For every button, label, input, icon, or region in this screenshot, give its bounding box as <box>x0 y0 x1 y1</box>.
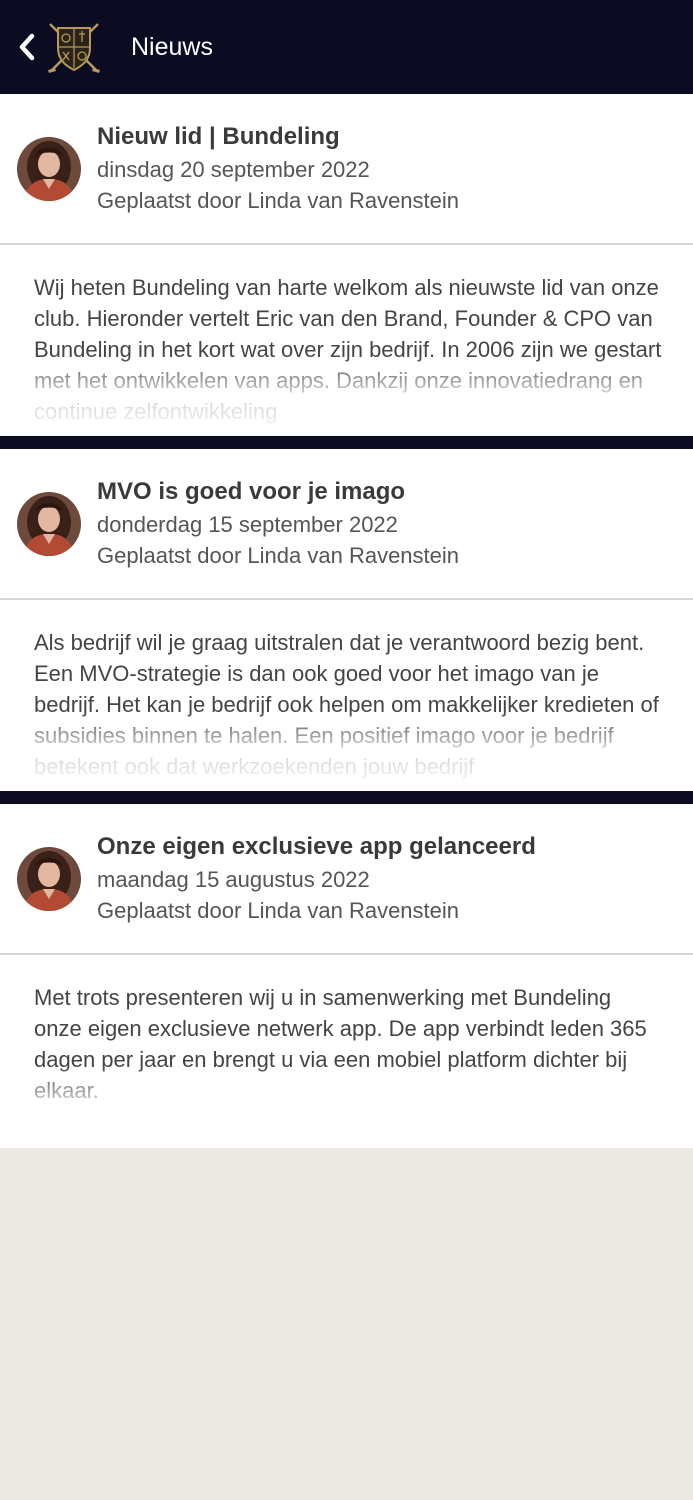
news-author: Geplaatst door Linda van Ravenstein <box>97 898 460 923</box>
news-list: Nieuw lid | Bundeling dinsdag 20 septemb… <box>0 94 693 1148</box>
news-excerpt-container[interactable]: Wij heten Bundeling van harte welkom als… <box>0 245 693 436</box>
news-excerpt-container[interactable]: Als bedrijf wil je graag uitstralen dat … <box>0 600 693 791</box>
club-logo <box>44 18 104 76</box>
author-avatar <box>17 137 81 201</box>
empty-background <box>0 1148 693 1499</box>
news-title: MVO is goed voor je imago <box>97 478 406 505</box>
news-title: Onze eigen exclusieve app gelanceerd <box>97 833 536 860</box>
news-separator <box>0 436 693 449</box>
news-item[interactable]: MVO is goed voor je imago donderdag 15 s… <box>0 449 693 791</box>
news-author: Geplaatst door Linda van Ravenstein <box>97 543 460 568</box>
news-item-header[interactable]: Nieuw lid | Bundeling dinsdag 20 septemb… <box>0 94 693 245</box>
news-author: Geplaatst door Linda van Ravenstein <box>97 188 460 213</box>
news-item-header[interactable]: MVO is goed voor je imago donderdag 15 s… <box>0 449 693 600</box>
club-crest-icon <box>48 23 100 73</box>
back-button[interactable] <box>12 30 42 64</box>
app-header: Nieuws <box>0 0 693 94</box>
news-excerpt: Met trots presenteren wij u in samenwerk… <box>34 985 647 1103</box>
chevron-left-icon <box>19 33 35 61</box>
news-item[interactable]: Nieuw lid | Bundeling dinsdag 20 septemb… <box>0 94 693 436</box>
news-excerpt: Wij heten Bundeling van harte welkom als… <box>34 275 662 424</box>
news-date: maandag 15 augustus 2022 <box>97 867 370 892</box>
news-item[interactable]: Onze eigen exclusieve app gelanceerd maa… <box>0 804 693 1148</box>
news-title: Nieuw lid | Bundeling <box>97 123 340 150</box>
news-separator <box>0 791 693 804</box>
news-item-header[interactable]: Onze eigen exclusieve app gelanceerd maa… <box>0 804 693 955</box>
news-excerpt-container[interactable]: Met trots presenteren wij u in samenwerk… <box>0 955 693 1148</box>
news-excerpt: Als bedrijf wil je graag uitstralen dat … <box>34 630 659 779</box>
news-date: donderdag 15 september 2022 <box>97 512 398 537</box>
author-avatar <box>17 492 81 556</box>
author-avatar <box>17 847 81 911</box>
page-title: Nieuws <box>131 33 213 61</box>
news-date: dinsdag 20 september 2022 <box>97 157 370 182</box>
